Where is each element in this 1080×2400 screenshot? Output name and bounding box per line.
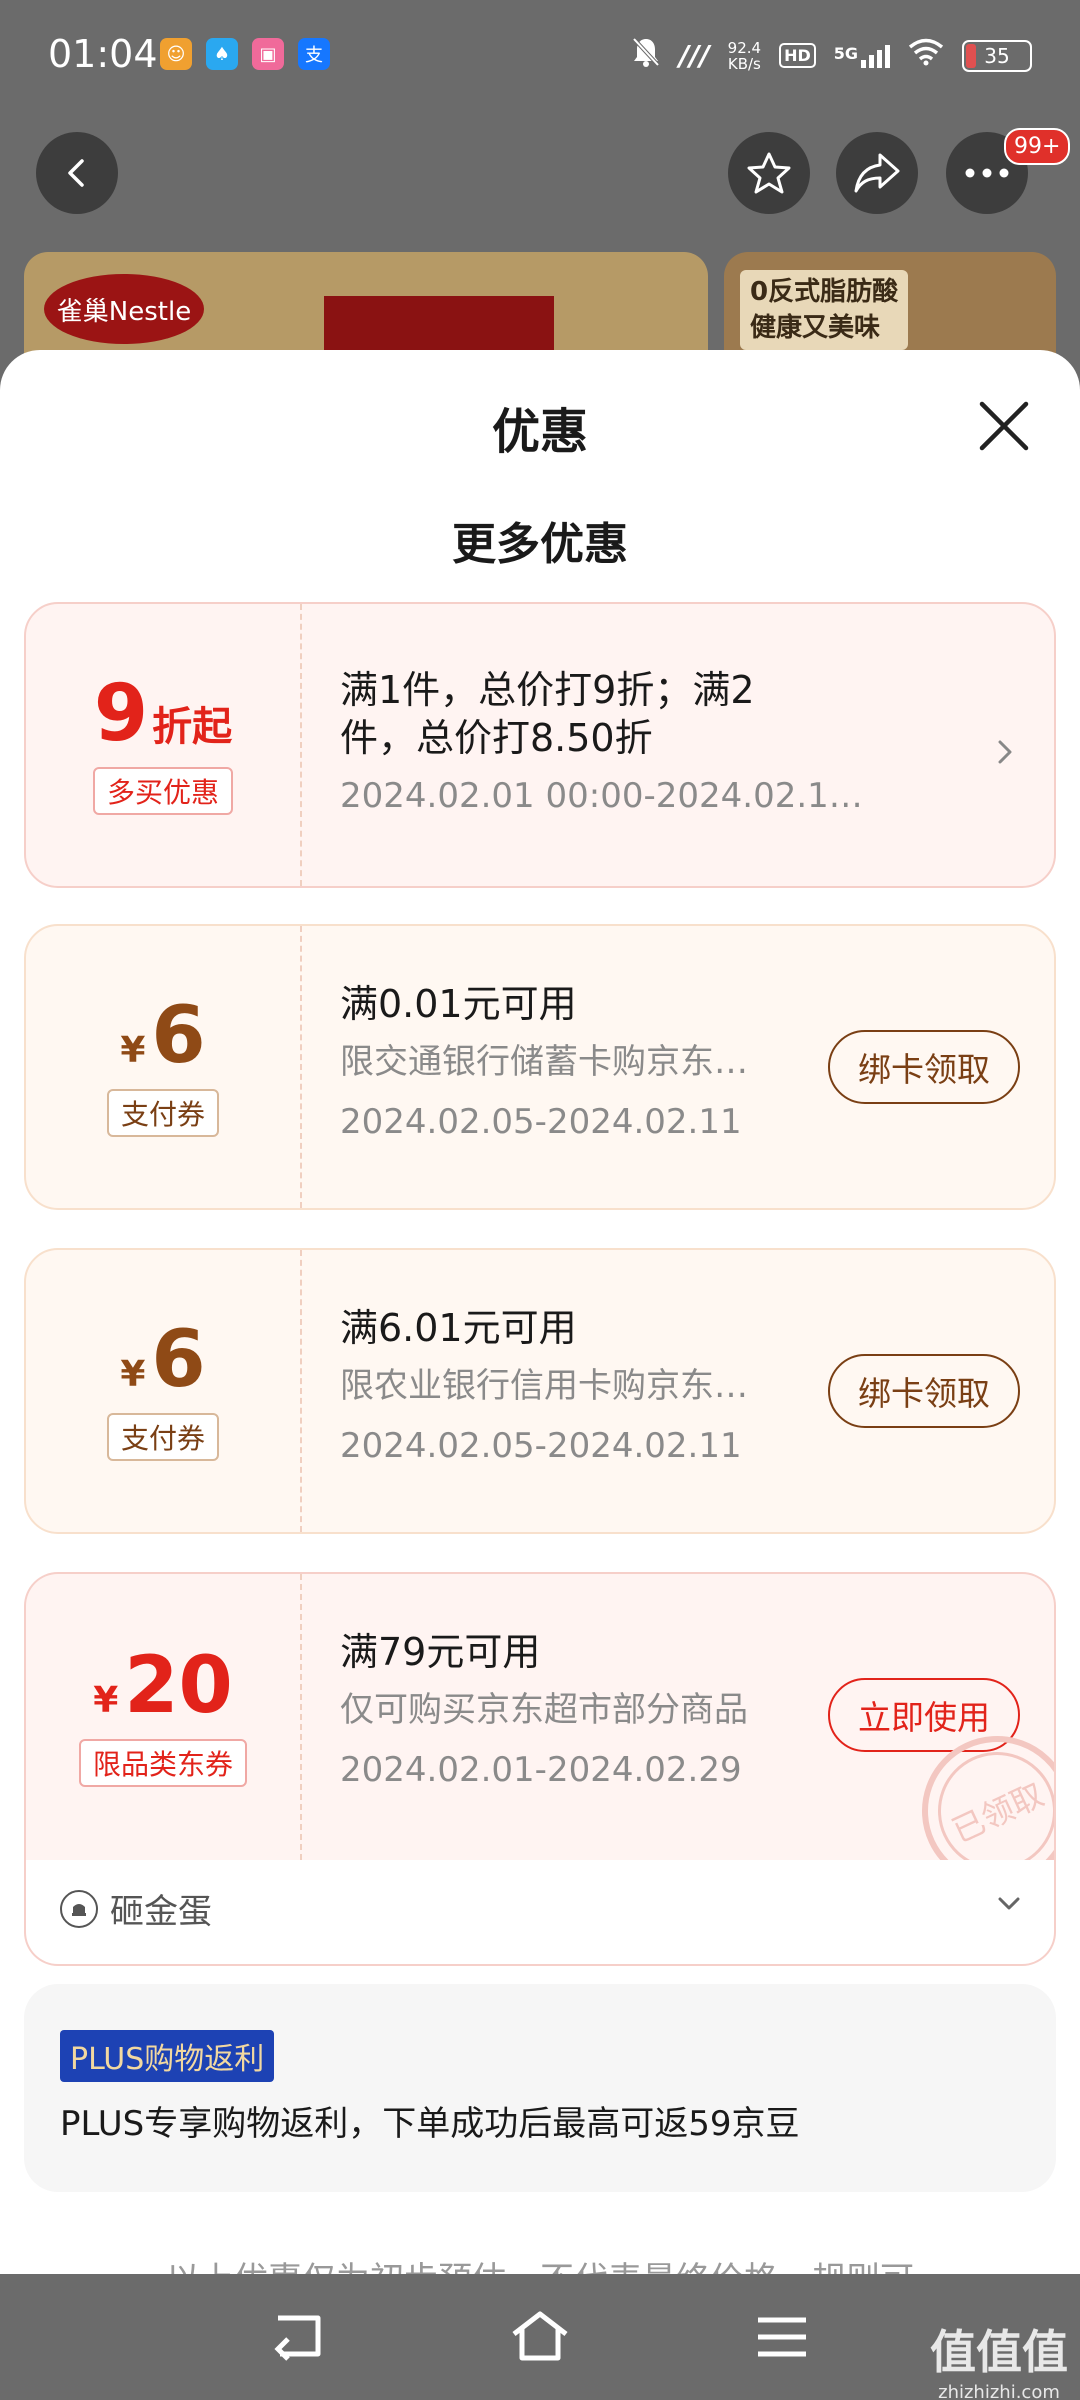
close-button[interactable] [976, 398, 1032, 454]
payment-coupon-card: ¥ 6 支付券 满6.01元可用 限农业银行信用卡购京东… 2024.02.05… [24, 1248, 1056, 1534]
bind-card-claim-button[interactable]: 绑卡领取 [828, 1030, 1020, 1104]
status-time: 01:04 [48, 32, 158, 76]
battery-fill [966, 43, 976, 68]
coupon-period: 2024.02.05-2024.02.11 [340, 1102, 742, 1142]
discount-details: 满1件，总价打9折；满2 件，总价打8.50折 2024.02.01 00:00… [340, 666, 863, 818]
category-coupon-card: ¥ 20 限品类东券 满79元可用 仅可购买京东超市部分商品 2024.02.0… [24, 1572, 1056, 1860]
payment-coupon-card: ¥ 6 支付券 满0.01元可用 限交通银行储蓄卡购京东… 2024.02.05… [24, 924, 1056, 1210]
coupon-restriction: 限交通银行储蓄卡购京东… [340, 1042, 748, 1082]
speed-mode-icon: /// [678, 39, 710, 72]
chevron-down-icon [998, 1897, 1020, 1910]
star-icon [747, 152, 791, 194]
discount-period: 2024.02.01 00:00-2024.02.1… [340, 776, 863, 816]
more-count-badge: 99+ [1004, 128, 1071, 165]
discount-rule-line2: 件，总价打8.50折 [340, 716, 653, 760]
share-icon [854, 153, 900, 193]
doll-app-icon: ☺ [160, 38, 192, 70]
coupon-restriction: 限农业银行信用卡购京东… [340, 1366, 748, 1406]
coupon-threshold: 满79元可用 [340, 1630, 541, 1674]
coupon-restriction: 仅可购买京东超市部分商品 [340, 1690, 748, 1730]
coupon-value: ¥ 20 限品类东券 [26, 1574, 302, 1860]
close-icon [979, 401, 1029, 451]
discount-unit: 折起 [152, 704, 233, 750]
system-back-button[interactable] [270, 2310, 330, 2364]
coupon-threshold: 满0.01元可用 [340, 982, 577, 1026]
discount-rule-line1: 满1件，总价打9折；满2 [340, 668, 755, 712]
back-button[interactable] [36, 132, 118, 214]
status-bar: 01:04 ☺ ♠ ▣ 支 /// 92.4 KB/s HD 5G 35 [0, 0, 1080, 110]
discount-tag: 多买优惠 [92, 767, 233, 815]
battery-indicator: 35 [962, 39, 1032, 72]
coupon-amount: 20 [124, 1641, 233, 1731]
coupon-period: 2024.02.01-2024.02.29 [340, 1750, 742, 1790]
system-nav-bar [0, 2274, 1080, 2400]
share-button[interactable] [836, 132, 918, 214]
golden-egg-label: 砸金蛋 [110, 1892, 212, 1932]
coupon-period: 2024.02.05-2024.02.11 [340, 1426, 742, 1466]
golden-egg-row[interactable]: 砸金蛋 [24, 1860, 1056, 1966]
sheet-title: 优惠 [491, 404, 588, 460]
system-home-button[interactable] [510, 2310, 570, 2364]
discount-value: 9 折起 多买优惠 [26, 604, 302, 886]
net-speed: 92.4 KB/s [727, 38, 762, 73]
alipay-icon: 支 [298, 38, 330, 70]
favorite-button[interactable] [728, 132, 810, 214]
coupon-value: ¥ 6 支付券 [26, 926, 302, 1208]
discount-amount: 9 [93, 669, 149, 759]
bilibili-icon: ▣ [252, 38, 284, 70]
wifi-icon [908, 38, 944, 73]
bind-card-claim-button[interactable]: 绑卡领取 [828, 1354, 1020, 1428]
coupon-details: 满79元可用 仅可购买京东超市部分商品 2024.02.01-2024.02.2… [340, 1628, 748, 1792]
menu-icon [758, 2317, 806, 2357]
system-menu-button[interactable] [752, 2310, 812, 2364]
disclaimer-note: 以上优惠仅为初步预估，不代表最终价格，规则可 [0, 2252, 1080, 2274]
watermark: 值值值 zhizhizhi.com [930, 2325, 1068, 2400]
chevron-left-icon [68, 159, 84, 187]
currency-symbol: ¥ [120, 1354, 146, 1395]
hd-badge: HD [779, 43, 816, 68]
discount-sheet: 优惠 更多优惠 9 折起 多买优惠 满1件，总价打9折；满2 件，总价打8.50… [0, 350, 1080, 2274]
section-title: 更多优惠 [452, 519, 628, 570]
return-icon [274, 2315, 321, 2361]
coupon-value: ¥ 6 支付券 [26, 1250, 302, 1532]
currency-symbol: ¥ [120, 1030, 146, 1071]
status-app-icons: ☺ ♠ ▣ 支 [160, 38, 330, 70]
chevron-right-icon [998, 740, 1012, 764]
plus-rebate-panel: PLUS购物返利 PLUS专享购物返利，下单成功后最高可返59京豆 [24, 1984, 1056, 2192]
coupon-tag: 支付券 [106, 1089, 219, 1137]
plus-rebate-text: PLUS专享购物返利，下单成功后最高可返59京豆 [60, 2104, 800, 2144]
plus-rebate-tag: PLUS购物返利 [60, 2030, 275, 2082]
status-right: /// 92.4 KB/s HD 5G 35 [631, 36, 1032, 75]
coupon-details: 满6.01元可用 限农业银行信用卡购京东… 2024.02.05-2024.02… [340, 1304, 748, 1468]
coupon-details: 满0.01元可用 限交通银行储蓄卡购京东… 2024.02.05-2024.02… [340, 980, 748, 1144]
signal-icon: 5G [834, 44, 890, 68]
coupon-tag: 限品类东券 [78, 1739, 247, 1787]
coupon-amount: 6 [151, 1315, 206, 1405]
brand-logo: 雀巢Nestle [44, 274, 204, 344]
coupon-threshold: 满6.01元可用 [340, 1306, 577, 1350]
mute-bell-icon [631, 36, 661, 75]
promo-text: 0反式脂肪酸 健康又美味 [740, 270, 909, 350]
home-icon [512, 2311, 568, 2361]
top-nav [0, 132, 1080, 218]
multibuy-discount-card[interactable]: 9 折起 多买优惠 满1件，总价打9折；满2 件，总价打8.50折 2024.0… [24, 602, 1056, 888]
more-dots-icon [965, 168, 1009, 178]
currency-symbol: ¥ [93, 1680, 119, 1721]
coupon-amount: 6 [151, 991, 206, 1081]
qq-icon: ♠ [206, 38, 238, 70]
egg-icon [60, 1889, 98, 1928]
coupon-tag: 支付券 [106, 1413, 219, 1461]
